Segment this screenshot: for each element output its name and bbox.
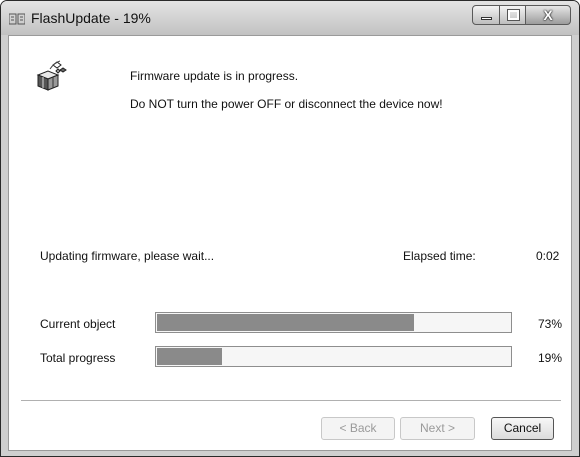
next-button[interactable]: Next >	[400, 417, 475, 440]
maximize-button[interactable]	[499, 5, 526, 25]
total-progress-fill	[157, 348, 223, 365]
progress-message: Firmware update is in progress.	[130, 69, 299, 83]
current-object-percent: 73%	[538, 317, 563, 331]
maximize-icon	[507, 9, 520, 21]
app-icon	[9, 13, 25, 25]
status-text: Updating firmware, please wait...	[40, 249, 215, 263]
warning-message: Do NOT turn the power OFF or disconnect …	[130, 97, 443, 111]
total-progress-label: Total progress	[40, 351, 116, 365]
minimize-button[interactable]	[472, 5, 500, 25]
back-button[interactable]: < Back	[321, 417, 395, 440]
elapsed-time-label: Elapsed time:	[403, 249, 476, 263]
elapsed-time-value: 0:02	[536, 249, 560, 263]
wizard-install-icon	[36, 60, 67, 91]
total-progress-bar	[155, 346, 512, 367]
current-object-progress-fill	[157, 314, 415, 331]
button-divider	[21, 400, 561, 401]
close-button[interactable]: X	[525, 5, 571, 25]
current-object-label: Current object	[40, 317, 116, 331]
title-bar[interactable]: FlashUpdate - 19% X	[1, 1, 579, 35]
window-title: FlashUpdate - 19%	[31, 10, 151, 26]
flashupdate-window: FlashUpdate - 19% X Firmware update is i…	[0, 0, 580, 457]
cancel-button[interactable]: Cancel	[491, 417, 554, 440]
minimize-icon	[481, 17, 492, 20]
close-icon: X	[543, 7, 553, 23]
dialog-body: Firmware update is in progress. Do NOT t…	[8, 35, 572, 451]
total-progress-percent: 19%	[538, 351, 563, 365]
current-object-progress-bar	[155, 312, 512, 333]
